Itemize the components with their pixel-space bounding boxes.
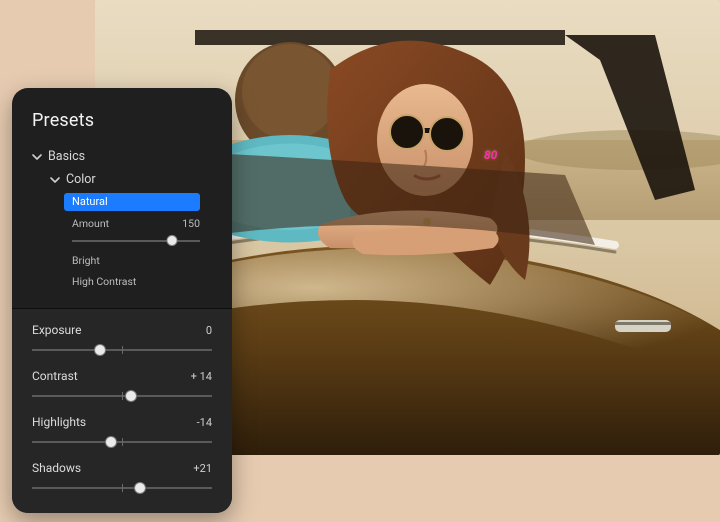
amount-value: 150 (182, 217, 200, 230)
shadows-value: +21 (193, 462, 212, 475)
preset-item-high-contrast[interactable]: High Contrast (72, 275, 212, 288)
preset-item-bright[interactable]: Bright (72, 254, 212, 267)
exposure-slider[interactable] (32, 343, 212, 357)
chevron-down-icon (32, 152, 42, 162)
slider-center-tick (122, 392, 123, 400)
contrast-slider[interactable] (32, 389, 212, 403)
overlay-value-badge: 80 (484, 148, 497, 162)
edit-panel: Presets Basics Color Natural Amount 150 (12, 88, 232, 513)
slider-center-tick (122, 484, 123, 492)
group-label: Basics (48, 149, 85, 164)
presets-title: Presets (32, 110, 212, 131)
preset-amount-row: Amount 150 (72, 217, 200, 230)
highlights-label: Highlights (32, 415, 86, 429)
slider-thumb[interactable] (134, 482, 146, 494)
chevron-down-icon (50, 175, 60, 185)
app-stage: 80 Presets Basics Color Natural Amount 1… (0, 0, 720, 522)
slider-thumb[interactable] (125, 390, 137, 402)
shadows-slider[interactable] (32, 481, 212, 495)
contrast-value: + 14 (191, 370, 212, 383)
slider-thumb[interactable] (94, 344, 106, 356)
highlights-value: -14 (197, 416, 212, 429)
slider-center-tick (122, 438, 123, 446)
slider-track (72, 240, 200, 242)
adjustment-exposure: Exposure 0 (32, 323, 212, 357)
presets-section: Presets Basics Color Natural Amount 150 (12, 88, 232, 300)
shadows-label: Shadows (32, 461, 81, 475)
adjustments-section: Exposure 0 Contrast + 14 (12, 309, 232, 513)
adjustment-contrast: Contrast + 14 (32, 369, 212, 403)
preset-item-natural[interactable]: Natural (64, 193, 200, 211)
slider-center-tick (122, 346, 123, 354)
adjustment-highlights: Highlights -14 (32, 415, 212, 449)
slider-thumb[interactable] (166, 235, 177, 246)
presets-group-basics[interactable]: Basics (32, 145, 212, 168)
contrast-label: Contrast (32, 369, 78, 383)
slider-thumb[interactable] (105, 436, 117, 448)
presets-subgroup-color[interactable]: Color (32, 168, 212, 191)
adjustment-shadows: Shadows +21 (32, 461, 212, 495)
preset-amount-slider[interactable] (72, 236, 200, 246)
exposure-label: Exposure (32, 323, 81, 337)
highlights-slider[interactable] (32, 435, 212, 449)
amount-label: Amount (72, 217, 109, 230)
exposure-value: 0 (206, 324, 212, 337)
subgroup-label: Color (66, 172, 96, 187)
